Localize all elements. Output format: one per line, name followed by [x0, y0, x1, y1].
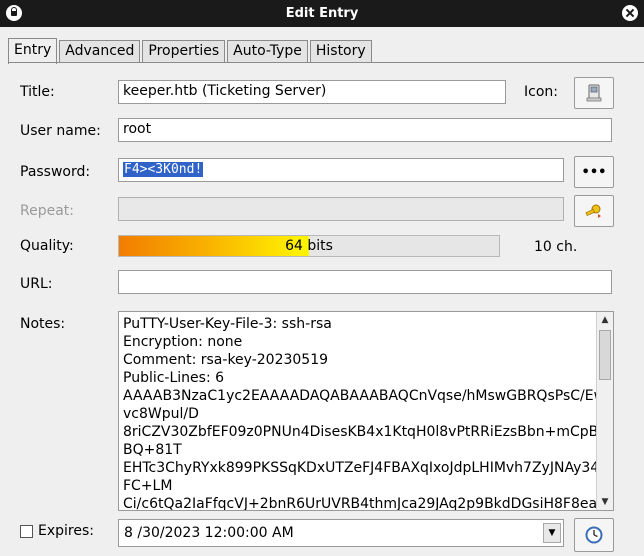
expires-value: 8 /30/2023 12:00:00 AM: [124, 525, 294, 541]
chevron-down-icon[interactable]: ▼: [543, 523, 561, 543]
tab-entry[interactable]: Entry: [8, 38, 58, 64]
url-label: URL:: [20, 276, 53, 292]
scroll-thumb[interactable]: [599, 330, 611, 380]
password-generator-button[interactable]: [574, 195, 614, 227]
tab-properties-label: Properties: [148, 43, 220, 59]
tab-panel-border: [8, 62, 644, 63]
password-visibility-toggle[interactable]: •••: [574, 156, 614, 188]
notes-line: Encryption: none: [123, 334, 243, 350]
password-quality-bits: 64 bits: [285, 238, 333, 254]
scroll-up-arrow-icon[interactable]: ▲: [597, 312, 613, 328]
password-label: Password:: [20, 164, 91, 180]
notes-line: AAAAB3NzaC1yc2EAAAADAQABAAABAQCnVqse/hMs…: [123, 388, 597, 404]
tab-strip: Entry Advanced Properties Auto-Type Hist…: [8, 38, 374, 64]
tab-entry-label: Entry: [14, 42, 52, 58]
icon-label: Icon:: [524, 84, 558, 100]
tab-auto-type[interactable]: Auto-Type: [227, 40, 308, 63]
notes-line: Public-Lines: 6: [123, 370, 225, 386]
repeat-label: Repeat:: [20, 203, 74, 219]
window-title: Edit Entry: [285, 6, 359, 21]
notes-line: BQ+81T: [123, 442, 182, 458]
tab-advanced-label: Advanced: [65, 43, 135, 59]
tab-auto-type-label: Auto-Type: [233, 43, 302, 59]
expires-checkbox-row[interactable]: Expires:: [20, 523, 94, 539]
title-input[interactable]: keeper.htb (Ticketing Server): [118, 80, 506, 104]
close-icon[interactable]: [622, 5, 638, 21]
notes-textarea[interactable]: PuTTY-User-Key-File-3: ssh-rsa Encryptio…: [118, 311, 614, 511]
password-toggle-dots: •••: [581, 164, 607, 180]
notes-line: PuTTY-User-Key-File-3: ssh-rsa: [123, 316, 332, 332]
notes-label: Notes:: [20, 316, 66, 332]
tab-history[interactable]: History: [309, 40, 372, 63]
expires-date-picker[interactable]: 8 /30/2023 12:00:00 AM ▼: [118, 519, 564, 547]
notes-content: PuTTY-User-Key-File-3: ssh-rsa Encryptio…: [123, 315, 597, 511]
notes-line: 8riCZV30ZbfEF09z0PNUn4DisesKB4x1KtqH0l8v…: [123, 424, 597, 440]
notes-line: FC+LM: [123, 478, 173, 494]
quality-label: Quality:: [20, 238, 74, 254]
title-value: keeper.htb (Ticketing Server): [123, 83, 327, 99]
notes-scrollbar[interactable]: ▲ ▼: [596, 312, 613, 510]
scroll-down-arrow-icon[interactable]: ▼: [597, 494, 613, 510]
password-input[interactable]: F4><3K0nd!: [118, 158, 564, 182]
calendar-clock-icon: [585, 526, 603, 544]
url-input[interactable]: [118, 270, 612, 294]
password-length: 10 ch.: [534, 239, 578, 255]
notes-line: Ci/c6tQa2IaFfqcVJ+2bnR6UrUVRB4thmJca29JA…: [123, 496, 597, 511]
window-titlebar: Edit Entry: [0, 0, 644, 27]
password-generator-icon: [585, 204, 601, 218]
notes-line: EHTc3ChyRYxk899PKSSqKDxUTZeFJ4FBAXqIxoJd…: [123, 460, 597, 476]
notes-line: Comment: rsa-key-20230519: [123, 352, 329, 368]
repeat-input: [118, 197, 564, 221]
password-value: F4><3K0nd!: [123, 162, 204, 177]
title-label: Title:: [20, 84, 55, 100]
expiry-presets-button[interactable]: [574, 518, 614, 552]
username-value: root: [123, 121, 152, 137]
password-quality-bar: 64 bits: [118, 235, 500, 257]
tab-history-label: History: [315, 43, 366, 59]
entry-icon: [586, 84, 602, 102]
expires-checkbox[interactable]: [20, 524, 33, 538]
tab-advanced[interactable]: Advanced: [59, 40, 141, 63]
notes-line: vc8Wpul/D: [123, 406, 199, 422]
username-input[interactable]: root: [118, 118, 612, 142]
icon-picker-button[interactable]: [574, 77, 614, 109]
tab-properties[interactable]: Properties: [142, 40, 226, 63]
username-label: User name:: [20, 123, 101, 139]
expires-label: Expires:: [38, 523, 94, 539]
